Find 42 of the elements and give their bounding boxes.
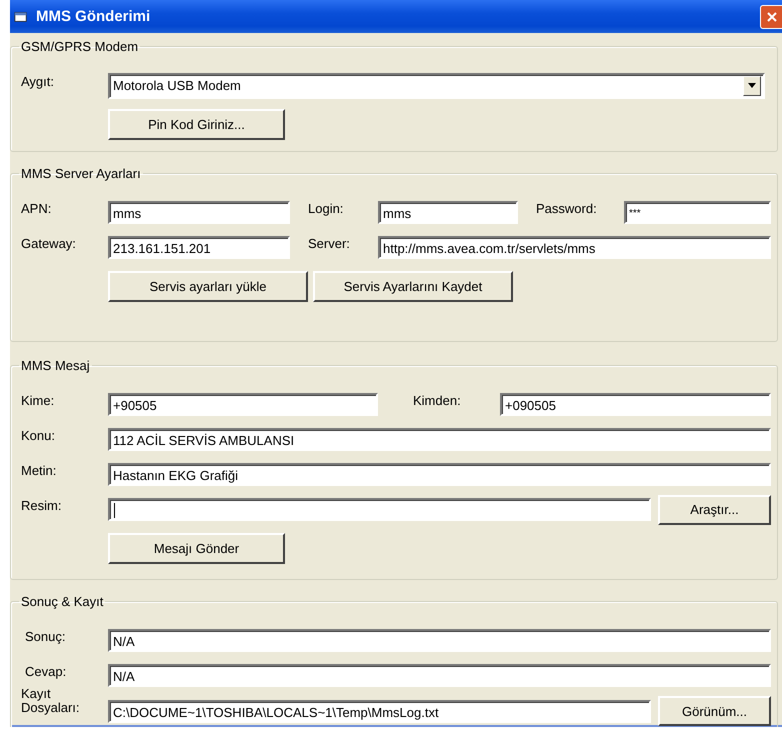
input-field[interactable]: [108, 498, 651, 521]
input-field[interactable]: +90505: [108, 393, 378, 416]
field-label: Konu:: [21, 427, 56, 443]
load-settings-button[interactable]: Servis ayarları yükle: [108, 270, 308, 302]
input-field[interactable]: N/A: [108, 664, 771, 687]
group-title: MMS Mesaj: [20, 358, 91, 373]
field-label: Resim:: [21, 497, 62, 513]
save-settings-button[interactable]: Servis Ayarlarını Kaydet: [313, 270, 513, 302]
close-icon: [766, 10, 778, 22]
input-field[interactable]: 112 ACİL SERVİS AMBULANSI: [108, 428, 771, 451]
input-field[interactable]: ***: [624, 201, 771, 224]
send-button[interactable]: Mesajı Gönder: [108, 532, 285, 564]
dropdown[interactable]: Motorola USB Modem: [108, 72, 765, 98]
close-button[interactable]: [760, 4, 782, 28]
field-label: Gateway:: [21, 235, 77, 251]
browse-button[interactable]: Araştır...: [658, 494, 771, 524]
field-label: Kime:: [21, 392, 56, 408]
input-field[interactable]: 213.161.151.201: [108, 236, 290, 259]
input-field[interactable]: C:\DOCUME~1\TOSHIBA\LOCALS~1\Temp\MmsLog.txt: [108, 700, 651, 722]
window-icon: [14, 10, 28, 24]
field-label: Cevap:: [24, 663, 68, 679]
input-field[interactable]: mms: [378, 201, 518, 224]
field-label: Password:: [536, 200, 598, 216]
field-label: Sonuç:: [24, 628, 66, 644]
window-title: MMS Gönderimi: [36, 8, 152, 25]
view-button[interactable]: Görünüm...: [658, 696, 771, 726]
group-title: MMS Server Ayarları: [20, 166, 142, 181]
input-field[interactable]: Hastanın EKG Grafiği: [108, 463, 771, 486]
group-title: GSM/GPRS Modem: [20, 39, 140, 54]
field-label: APN:: [21, 200, 52, 216]
field-label: Server:: [308, 235, 351, 251]
input-field[interactable]: mms: [108, 201, 290, 224]
field-label: Kimden:: [413, 392, 462, 408]
field-label: Aygıt:: [21, 73, 56, 89]
pin-code-button[interactable]: Pin Kod Giriniz...: [108, 108, 285, 140]
field-label: Kayıt Dosyaları:: [21, 687, 81, 715]
field-label: Login:: [308, 200, 344, 216]
field-label: Metin:: [21, 462, 58, 478]
input-field[interactable]: +090505: [500, 393, 771, 416]
input-field[interactable]: N/A: [108, 629, 771, 652]
group-title: Sonuç & Kayıt: [20, 594, 104, 609]
input-field[interactable]: http://mms.avea.com.tr/servlets/mms: [378, 236, 771, 259]
